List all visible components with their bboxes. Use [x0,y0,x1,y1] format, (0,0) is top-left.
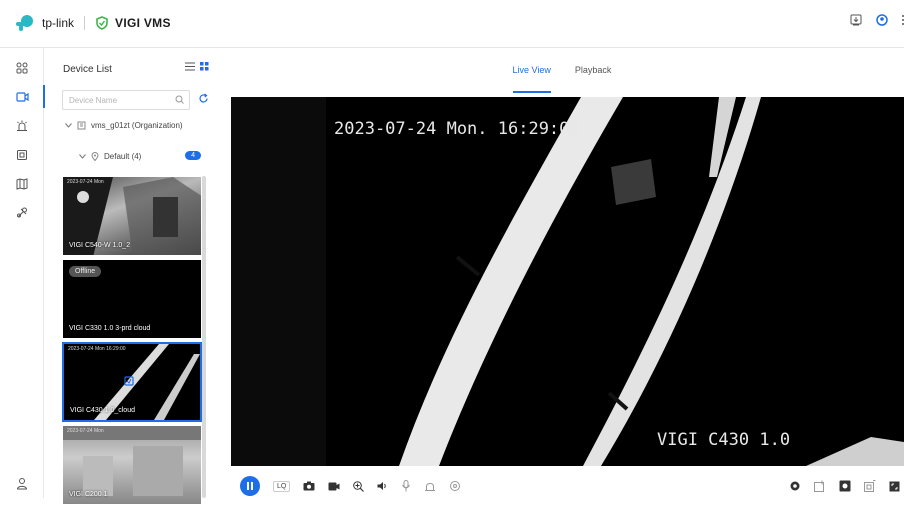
group-count-badge: 4 [185,151,201,160]
product-name: VIGI VMS [115,16,171,30]
speaker-icon[interactable] [377,481,388,491]
alarm-siren-icon[interactable] [424,481,436,492]
tree-organization[interactable]: vms_g01zt (Organization) [65,121,183,130]
chevron-down-icon[interactable] [79,154,86,159]
main-area: Live View Playback 2023-07-24 Mon. 16:29… [220,48,904,498]
alarm-icon [17,120,27,131]
download-icon[interactable] [850,14,862,26]
nav-map[interactable] [0,169,44,198]
live-video[interactable]: 2023-07-24 Mon. 16:29:00 VIGI C430 1.0 [231,97,904,466]
top-right-tools [850,14,904,26]
osd-camera-name: VIGI C430 1.0 [657,430,791,450]
account-icon[interactable] [876,14,888,26]
refresh-icon[interactable] [198,93,209,104]
fullscreen-icon[interactable] [889,481,900,492]
device-list-scrollbar[interactable] [202,176,206,498]
user-icon[interactable] [16,477,28,490]
organization-label: vms_g01zt (Organization) [91,121,183,130]
nav-bottom [0,477,44,490]
camera-thumbnail[interactable]: 2023-07-24 Mon VIGI C200 1 [62,425,202,505]
nav-alarm[interactable] [0,111,44,140]
grid-view-icon[interactable] [200,62,209,71]
search-placeholder: Device Name [69,96,118,105]
chevron-down-icon[interactable] [65,123,72,128]
osd-date: 2023-07-24 Mon. 16:29:00 [334,119,580,139]
microphone-icon[interactable] [401,480,411,492]
logo-divider [84,16,86,30]
map-icon [16,177,28,190]
nav-device[interactable] [0,140,44,169]
offline-badge: Offline [69,266,102,277]
tools-icon [17,207,27,217]
tree-group[interactable]: Default (4) 4 [79,151,201,161]
record-icon[interactable] [328,482,340,491]
window-add-icon[interactable] [814,480,826,492]
camera-timestamp: 2023-07-24 Mon 16:29:00 [68,346,126,352]
view-toggle [185,62,209,71]
camera-name: VIGI C200 1 [69,491,108,498]
camera-name: VIGI C540-W 1.0_2 [69,242,131,249]
ptz-icon[interactable] [449,480,461,492]
pause-button[interactable] [240,476,260,496]
camera-thumbnail[interactable]: Offline VIGI C330 1.0 3-prd cloud [62,259,202,339]
nav-tools[interactable] [0,198,44,227]
search-icon[interactable] [175,95,184,104]
nav-dashboard[interactable] [0,53,44,82]
camera-timestamp: 2023-07-24 Mon [67,428,104,434]
settings-icon[interactable] [789,480,801,492]
camera-icon [15,91,29,102]
dashboard-icon [16,62,28,73]
device-panel: Device List Device Name vms_g01zt (Organ… [53,48,219,505]
brand-name: tp-link [42,16,75,30]
fisheye-icon[interactable] [839,480,851,492]
camera-name: VIGI C430 1.0_cloud [70,407,135,414]
selected-camera-icon [124,376,134,386]
controls-left: LQ [240,476,461,496]
device-search-input[interactable]: Device Name [62,90,190,110]
video-scene [231,97,904,466]
device-icon [17,149,27,160]
vigi-shield-icon [96,16,108,30]
list-view-icon[interactable] [185,62,195,71]
camera-name: VIGI C330 1.0 3-prd cloud [69,325,151,332]
video-controls: LQ [231,474,904,498]
tab-live-view[interactable]: Live View [512,65,551,93]
top-bar: tp-link VIGI VMS [0,0,904,48]
brand-logo: tp-link VIGI VMS [14,14,171,32]
pause-icon [247,482,253,490]
controls-right [789,480,900,492]
camera-list: 2023-07-24 Mon VIGI C540-W 1.0_2 Offline… [62,176,202,508]
quality-button[interactable]: LQ [273,480,291,492]
nav-live-view[interactable] [0,82,45,111]
snapshot-icon[interactable] [303,481,315,491]
organization-icon [77,121,86,130]
group-label: Default (4) [104,152,142,161]
camera-timestamp: 2023-07-24 Mon [67,179,104,185]
layout-icon[interactable] [864,480,876,492]
tab-playback[interactable]: Playback [575,65,612,93]
camera-thumbnail[interactable]: 2023-07-24 Mon VIGI C540-W 1.0_2 [62,176,202,256]
left-nav [0,48,45,498]
view-tabs: Live View Playback [220,48,904,96]
tp-link-logo-icon [16,15,33,31]
camera-thumbnail-selected[interactable]: 2023-07-24 Mon 16:29:00 VIGI C430 1.0_cl… [62,342,202,422]
zoom-in-icon[interactable] [353,480,365,492]
location-icon [91,152,99,161]
device-list-title: Device List [63,64,112,75]
